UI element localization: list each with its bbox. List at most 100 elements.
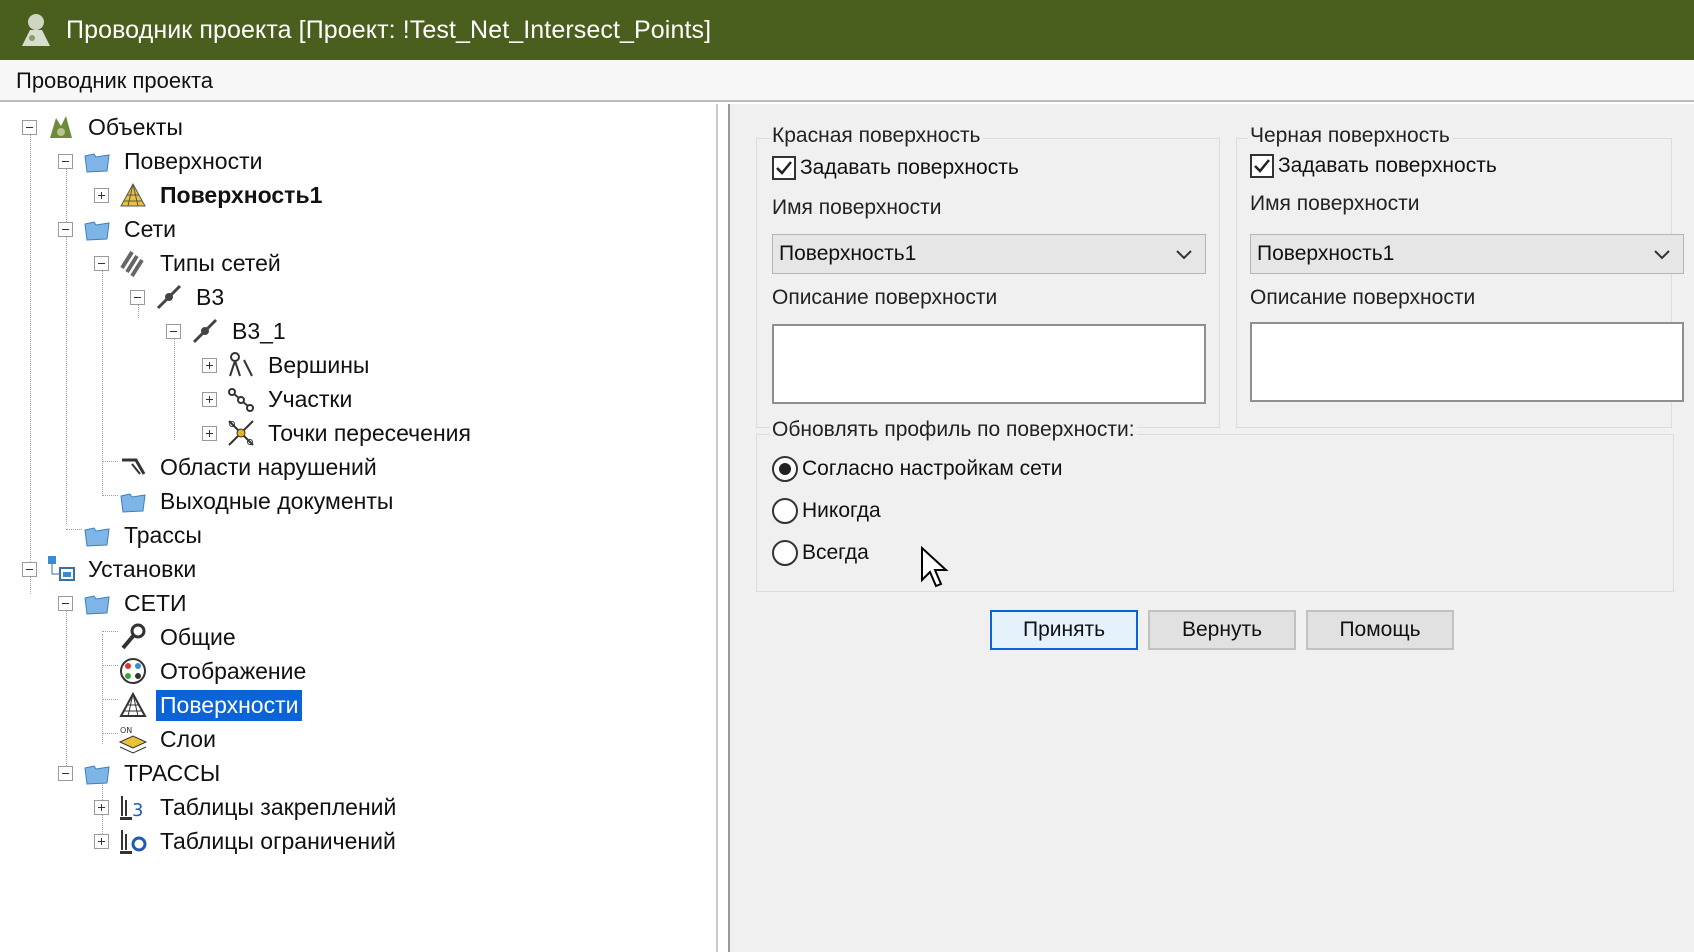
tree-line [102,634,103,744]
red-surface-description-input[interactable] [772,324,1206,404]
tree-item-segments[interactable]: Участки [226,382,356,416]
tree-item-general[interactable]: Общие [118,620,240,654]
black-set-surface-checkbox[interactable] [1250,154,1274,178]
tree-item-intersection-points[interactable]: Точки пересечения [226,416,475,450]
black-set-surface-label: Задавать поверхность [1278,154,1497,177]
tree-label: Объекты [88,113,183,140]
tree-item-surface1[interactable]: Поверхность1 [118,178,326,212]
red-set-surface-row[interactable]: Задавать поверхность [772,156,1019,180]
black-surface-title: Черная поверхность [1248,124,1452,148]
tree-label: Общие [160,623,236,650]
black-surface-name-value: Поверхность1 [1257,242,1395,265]
tree-expander-vertices[interactable] [202,358,217,373]
tree-line [102,495,118,496]
staking-table-icon: 3 [120,796,143,821]
tree-expander-settings-networks[interactable] [58,596,73,611]
black-surface-name-combo[interactable]: Поверхность1 [1250,234,1684,274]
radio-never[interactable] [772,498,798,524]
tree-item-objects[interactable]: Объекты [46,110,187,144]
radio-always[interactable] [772,540,798,566]
project-tree[interactable]: Объекты Поверхности Поверхность1 Сети Ти… [8,104,718,952]
tree-expander-v3-1[interactable] [166,324,181,339]
tree-expander-intersection-points[interactable] [202,426,217,441]
tree-item-vertices[interactable]: Вершины [226,348,373,382]
tree-expander-constraint-tables[interactable] [94,834,109,849]
tree-item-networks[interactable]: Сети [82,212,180,246]
tree-label: В3_1 [232,317,286,344]
tree-item-network-types[interactable]: Типы сетей [118,246,285,280]
tree-item-display[interactable]: Отображение [118,654,310,688]
tree-item-constraint-tables[interactable]: Таблицы ограничений [118,824,400,858]
tree-item-surfaces[interactable]: Поверхности [82,144,266,178]
svg-text:ON: ON [120,726,132,735]
tree-expander-settings[interactable] [22,562,37,577]
revert-button[interactable]: Вернуть [1148,610,1296,650]
tree-expander-networks[interactable] [58,222,73,237]
tree-item-settings-routes[interactable]: ТРАССЫ [82,756,224,790]
tree-expander-settings-routes[interactable] [58,766,73,781]
layers-icon: ON [118,726,148,754]
tree-expander-staking-tables[interactable] [94,800,109,815]
tree-item-settings-networks[interactable]: СЕТИ [82,586,191,620]
surface-outline-icon [119,691,147,717]
tree-label: ТРАССЫ [124,759,221,786]
tree-label: В3 [196,283,225,310]
title-bar: Проводник проекта [Проект: !Test_Net_Int… [0,0,1694,60]
red-surface-description-label: Описание поверхности [772,286,998,309]
tree-label: Таблицы ограничений [160,827,396,854]
tree-expander-network-types[interactable] [94,256,109,271]
tree-label: Таблицы закреплений [160,793,397,820]
pipe-icon [192,318,218,344]
tree-item-settings-surfaces[interactable]: Поверхности [118,688,303,722]
menu-project-explorer[interactable]: Проводник проекта [16,68,213,94]
update-profile-option-network[interactable]: Согласно настройкам сети [772,456,1063,482]
radio-network-settings[interactable] [772,456,798,482]
tree-expander-surfaces[interactable] [58,154,73,169]
tree-line [66,600,67,766]
tree-item-routes[interactable]: Трассы [82,518,206,552]
tree-label: Области нарушений [160,453,377,480]
update-profile-option-always[interactable]: Всегда [772,540,869,566]
tree-item-output-documents[interactable]: Выходные документы [118,484,397,518]
help-button[interactable]: Помощь [1306,610,1454,650]
tree-line [102,631,118,632]
black-surface-description-label: Описание поверхности [1250,286,1476,309]
violation-areas-icon [122,458,146,475]
radio-never-label: Никогда [802,499,881,522]
tree-item-settings[interactable]: Установки [46,552,200,586]
tree-expander-surface1[interactable] [94,188,109,203]
surface-settings-panel: Красная поверхность Задавать поверхность… [728,104,1694,952]
tree-line [102,461,118,462]
palette-icon [120,658,146,684]
folder-icon [84,153,110,173]
tree-line [102,699,118,700]
window-title: Проводник проекта [Проект: !Test_Net_Int… [66,15,712,44]
tree-item-v3-1[interactable]: В3_1 [190,314,290,348]
tree-item-violation-areas[interactable]: Области нарушений [118,450,381,484]
folder-icon [84,765,110,785]
update-profile-option-never[interactable]: Никогда [772,498,881,524]
black-set-surface-row[interactable]: Задавать поверхность [1250,154,1497,178]
tree-line [102,665,118,666]
red-set-surface-checkbox[interactable] [772,156,796,180]
intersection-points-icon [228,420,254,446]
pipe-icon [156,284,182,310]
tree-expander-segments[interactable] [202,392,217,407]
radio-always-label: Всегда [802,541,869,564]
tree-label: Сети [124,215,177,242]
tree-line [102,733,118,734]
tree-expander-v3[interactable] [130,290,145,305]
red-surface-name-combo[interactable]: Поверхность1 [772,234,1206,274]
black-surface-description-input[interactable] [1250,322,1684,402]
tree-label: Отображение [160,657,307,684]
tree-item-v3[interactable]: В3 [154,280,228,314]
tree-item-staking-tables[interactable]: 3 Таблицы закреплений [118,790,400,824]
tree-item-layers[interactable]: ON Слои [118,722,220,756]
folder-icon [84,527,110,547]
apply-button[interactable]: Принять [990,610,1138,650]
tree-label: Типы сетей [160,249,281,276]
folder-icon [84,595,110,615]
tree-label: Точки пересечения [268,419,471,446]
tree-expander-objects[interactable] [22,120,37,135]
tree-line [30,128,31,568]
